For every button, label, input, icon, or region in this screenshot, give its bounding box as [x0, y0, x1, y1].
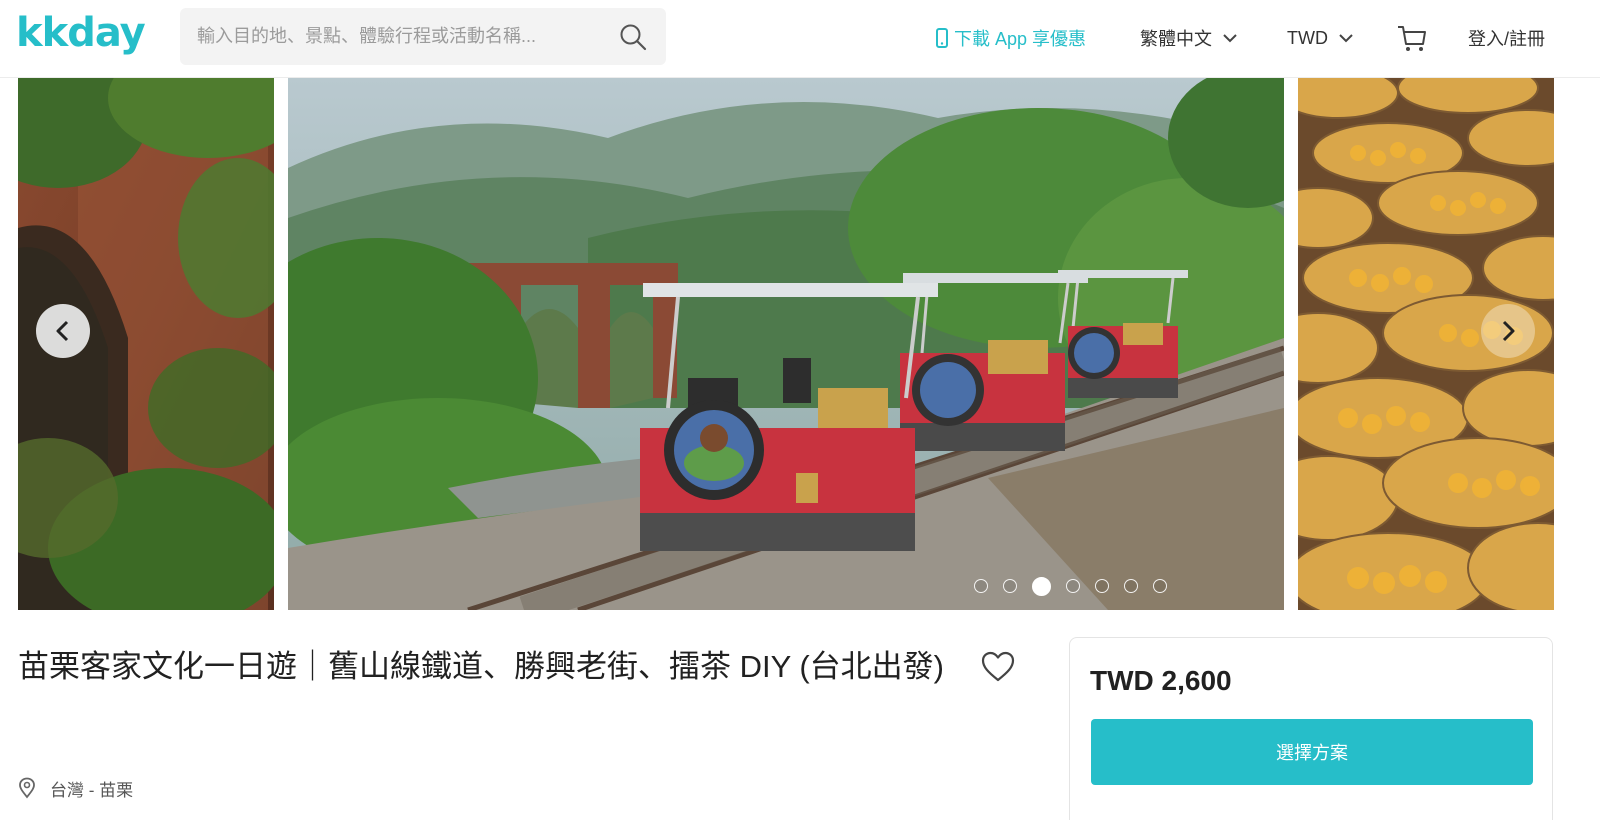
gallery-dot-5[interactable] [1095, 579, 1109, 593]
product-price: TWD 2,600 [1090, 665, 1232, 696]
download-app-link[interactable]: 下載 App 享優惠 [936, 24, 1086, 52]
currency-label: TWD [1287, 27, 1328, 48]
location-label: 台灣 - 苗栗 [50, 780, 134, 800]
login-register-link[interactable]: 登入/註冊 [1468, 24, 1545, 52]
booking-card: TWD 2,600 選擇方案 [1069, 637, 1553, 820]
select-plan-button[interactable]: 選擇方案 [1091, 719, 1533, 785]
cart-button[interactable] [1396, 22, 1428, 54]
gallery-next-button[interactable] [1481, 304, 1535, 358]
location-pin-icon [19, 777, 35, 799]
chevron-down-icon [1339, 34, 1353, 43]
gallery-dot-6[interactable] [1124, 579, 1138, 593]
product-location: 台灣 - 苗栗 [18, 775, 133, 801]
cart-icon [1398, 26, 1426, 51]
gallery-prev-button[interactable] [36, 304, 90, 358]
language-label: 繁體中文 [1140, 29, 1212, 49]
chevron-down-icon [1223, 34, 1237, 43]
language-selector[interactable]: 繁體中文 [1140, 24, 1238, 52]
heart-icon [981, 651, 1015, 682]
gallery-dot-7[interactable] [1153, 579, 1167, 593]
download-app-label: 下載 App 享優惠 [954, 29, 1087, 49]
gallery-dot-1[interactable] [974, 579, 988, 593]
currency-selector[interactable]: TWD [1287, 24, 1354, 52]
gallery-image-rail-bikes[interactable] [288, 78, 1284, 610]
gallery-dot-2[interactable] [1003, 579, 1017, 593]
gallery-dot-4[interactable] [1066, 579, 1080, 593]
search-icon [620, 24, 647, 51]
product-title: 苗栗客家文化一日遊｜舊山線鐵道、勝興老街、擂茶 DIY (台北出發) [18, 649, 944, 684]
chevron-left-icon [56, 320, 69, 342]
site-header: kkday 下載 App 享優惠 繁體中文 TWD [0, 0, 1600, 78]
gallery-pagination [974, 576, 1167, 596]
kkday-logo[interactable]: kkday [16, 8, 146, 58]
phone-icon [936, 28, 948, 48]
chevron-right-icon [1502, 320, 1515, 342]
search-input[interactable] [180, 8, 610, 65]
photo-gallery [0, 78, 1600, 610]
gallery-dot-3[interactable] [1032, 576, 1051, 596]
search-bar [180, 8, 666, 65]
wishlist-button[interactable] [980, 650, 1016, 684]
search-button[interactable] [612, 16, 654, 58]
